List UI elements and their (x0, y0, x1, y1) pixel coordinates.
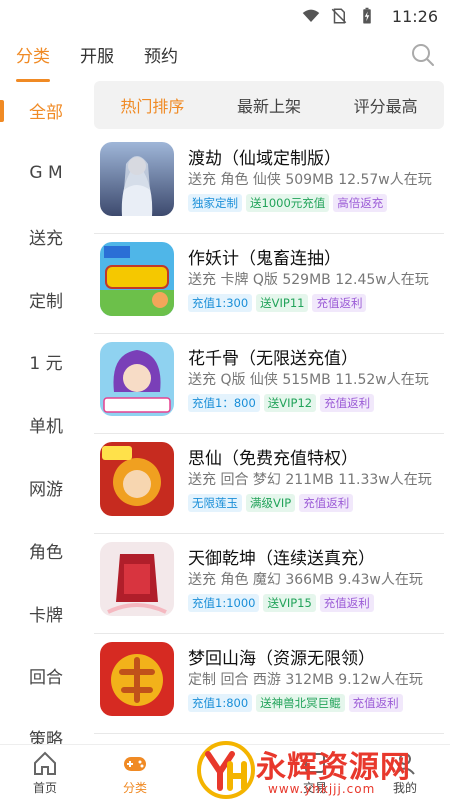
status-time: 11:26 (391, 6, 438, 26)
game-icon-huaqiangu (100, 342, 174, 416)
battery-icon (363, 7, 371, 24)
category-sidebar: 全部 G M 送充 定制 1 元 单机 网游 角色 卡牌 回合 策略 (0, 80, 92, 760)
game-icon-zuoyaoji (100, 242, 174, 316)
tag: 送VIP12 (263, 394, 317, 412)
game-tags: 充值1:300 送VIP11 充值返利 (188, 294, 367, 312)
sidebar-item-recharge[interactable]: 送充 (0, 216, 92, 256)
tag: 充值1:300 (188, 294, 253, 312)
tag: 送VIP15 (263, 594, 316, 612)
no-sim-icon (331, 8, 347, 24)
tag: 充值返利 (299, 494, 354, 512)
sidebar-item-single[interactable]: 单机 (0, 404, 92, 444)
sort-newest[interactable]: 最新上架 (237, 93, 301, 117)
game-meta: 送充 Q版 仙侠 515MB 11.52w人在玩 (188, 372, 429, 388)
tag: 送1000元充值 (246, 194, 330, 212)
tag: 充值返利 (312, 294, 367, 312)
sort-top-rated[interactable]: 评分最高 (354, 93, 418, 117)
sidebar-item-online[interactable]: 网游 (0, 467, 92, 507)
game-icon-dujie (100, 142, 174, 216)
game-title: 天御乾坤（连续送真充） (188, 549, 375, 569)
game-tags: 充值1:1000 送VIP15 充值返利 (188, 594, 374, 612)
list-item[interactable]: 天御乾坤（连续送真充） 送充 角色 魔幻 366MB 9.43w人在玩 充值1:… (94, 534, 444, 634)
list-item[interactable]: 作妖计（鬼畜连抽） 送充 卡牌 Q版 529MB 12.45w人在玩 充值1:3… (94, 234, 444, 334)
tag: 满级VIP (246, 494, 296, 512)
game-icon-tianyuqiankun (100, 542, 174, 616)
game-icon-sixian (100, 442, 174, 516)
home-icon (34, 751, 56, 775)
nav-category-label: 分类 (122, 781, 147, 795)
nav-home[interactable]: 首页 (10, 749, 80, 796)
tag: 充值返利 (319, 594, 374, 612)
list-item[interactable]: 思仙（免费充值特权） 送充 回合 梦幻 211MB 11.33w人在玩 无限莲玉… (94, 434, 444, 534)
sidebar-item-rpg[interactable]: 角色 (0, 530, 92, 570)
sidebar-item-one-yuan[interactable]: 1 元 (0, 341, 92, 381)
sidebar-item-gm[interactable]: G M (0, 153, 92, 193)
game-meta: 送充 角色 仙侠 509MB 12.57w人在玩 (188, 172, 432, 188)
tag: 独家定制 (188, 194, 242, 212)
nav-category[interactable]: 分类 (100, 749, 170, 796)
game-title: 作妖计（鬼畜连抽） (188, 249, 341, 269)
sidebar-item-card[interactable]: 卡牌 (0, 593, 92, 633)
sidebar-item-turn-based[interactable]: 回合 (0, 655, 92, 695)
game-tags: 充值1:800 送神兽北冥巨鲲 充值返利 (188, 694, 403, 712)
tab-server-open[interactable]: 开服 (80, 42, 114, 71)
game-tags: 独家定制 送1000元充值 高倍返充 (188, 194, 388, 212)
game-meta: 送充 卡牌 Q版 529MB 12.45w人在玩 (188, 272, 429, 288)
status-bar: 11:26 (0, 0, 450, 32)
sidebar-item-all[interactable]: 全部 (0, 90, 92, 130)
watermark-text: 永辉资源网 (256, 750, 411, 785)
game-meta: 定制 回合 西游 312MB 9.12w人在玩 (188, 672, 423, 688)
tag: 高倍返充 (333, 194, 388, 212)
tag: 充值返利 (320, 394, 375, 412)
game-title: 花千骨（无限送充值） (188, 349, 358, 369)
game-title: 梦回山海（资源无限领） (188, 649, 375, 669)
search-icon[interactable] (410, 42, 436, 68)
game-title: 思仙（免费充值特权） (188, 449, 358, 469)
tab-reservation[interactable]: 预约 (144, 42, 178, 71)
gamepad-icon (124, 757, 146, 771)
tag: 充值返利 (348, 694, 403, 712)
list-item[interactable]: 渡劫（仙域定制版） 送充 角色 仙侠 509MB 12.57w人在玩 独家定制 … (94, 134, 444, 234)
tag: 充值1:800 (188, 694, 253, 712)
game-tags: 充值1：800 送VIP12 充值返利 (188, 394, 375, 412)
tab-category[interactable]: 分类 (16, 42, 50, 82)
watermark-logo-icon (197, 741, 255, 799)
watermark-url: www.yhkjjj.com (268, 782, 376, 796)
top-tab-bar: 分类 开服 预约 (0, 32, 450, 82)
sort-bar: 热门排序 最新上架 评分最高 (94, 81, 444, 129)
nav-home-label: 首页 (32, 781, 57, 795)
tag: 充值1:1000 (188, 594, 260, 612)
tag: 送VIP11 (256, 294, 309, 312)
sort-hot[interactable]: 热门排序 (120, 93, 184, 117)
tag: 充值1：800 (188, 394, 260, 412)
sidebar-item-custom[interactable]: 定制 (0, 279, 92, 319)
game-list: 渡劫（仙域定制版） 送充 角色 仙侠 509MB 12.57w人在玩 独家定制 … (94, 134, 444, 734)
game-meta: 送充 角色 魔幻 366MB 9.43w人在玩 (188, 572, 423, 588)
game-meta: 送充 回合 梦幻 211MB 11.33w人在玩 (188, 472, 432, 488)
watermark: 永辉资源网 www.yhkjjj.com (196, 738, 450, 801)
game-tags: 无限莲玉 满级VIP 充值返利 (188, 494, 354, 512)
wifi-icon (302, 9, 320, 22)
list-item[interactable]: 梦回山海（资源无限领） 定制 回合 西游 312MB 9.12w人在玩 充值1:… (94, 634, 444, 734)
list-item[interactable]: 花千骨（无限送充值） 送充 Q版 仙侠 515MB 11.52w人在玩 充值1：… (94, 334, 444, 434)
game-title: 渡劫（仙域定制版） (188, 149, 341, 169)
tag: 无限莲玉 (188, 494, 242, 512)
game-icon-menghuishanhai (100, 642, 174, 716)
tag: 送神兽北冥巨鲲 (256, 694, 345, 712)
